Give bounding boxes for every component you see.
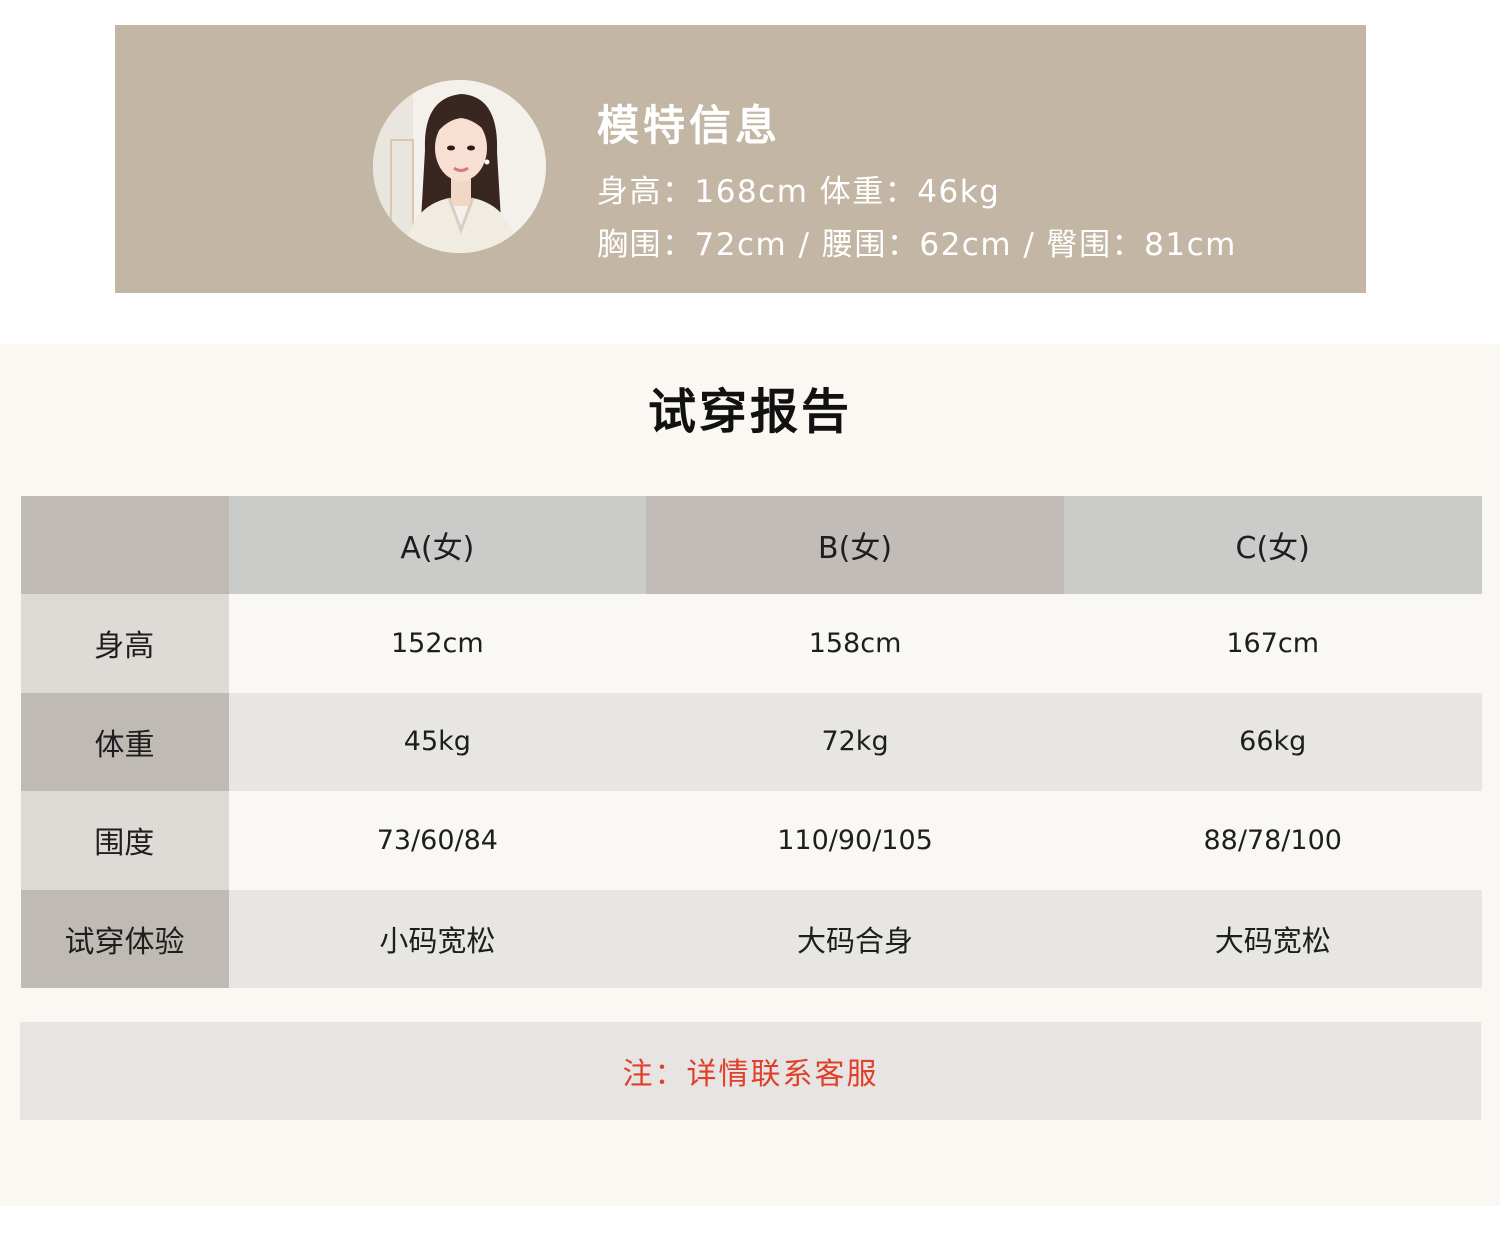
cell-c-height: 167cm (1063, 594, 1482, 693)
cell-b-height: 158cm (645, 594, 1064, 693)
row-label-weight: 体重 (20, 692, 229, 791)
model-info-title: 模特信息 (597, 101, 782, 150)
model-info-banner: 模特信息 身高：168cm 体重：46kg 胸围：72cm / 腰围：62cm … (115, 25, 1366, 293)
model-measurements: 胸围：72cm / 腰围：62cm / 臀围：81cm (597, 227, 1237, 263)
cell-c-fit-experience: 大码宽松 (1063, 889, 1482, 988)
model-height-weight: 身高：168cm 体重：46kg (597, 174, 1001, 210)
column-header-a: A(女) (228, 495, 647, 594)
table-row-height: 身高 152cm 158cm 167cm (20, 594, 1482, 693)
cell-b-weight: 72kg (646, 692, 1064, 791)
row-label-measurements: 围度 (20, 791, 229, 890)
table-corner-cell (20, 495, 229, 594)
cell-c-measurements: 88/78/100 (1063, 791, 1482, 890)
column-header-c: C(女) (1063, 495, 1482, 594)
cell-a-weight: 45kg (228, 692, 647, 791)
contact-service-note: 注：详情联系客服 (622, 1057, 879, 1092)
cell-b-fit-experience: 大码合身 (646, 889, 1064, 988)
cell-a-fit-experience: 小码宽松 (228, 889, 647, 988)
table-header-row: A(女) B(女) C(女) (20, 495, 1482, 594)
table-row-weight: 体重 45kg 72kg 66kg (20, 692, 1482, 791)
try-on-report-section: 试穿报告 A(女) B(女) C(女) 身高 152cm 158cm 167cm… (0, 344, 1500, 1206)
table-row-measurements: 围度 73/60/84 110/90/105 88/78/100 (20, 791, 1482, 890)
model-avatar (373, 80, 546, 253)
report-title: 试穿报告 (647, 384, 852, 440)
fit-report-table: A(女) B(女) C(女) 身高 152cm 158cm 167cm 体重 4… (20, 495, 1482, 989)
cell-b-measurements: 110/90/105 (645, 791, 1064, 890)
cell-a-height: 152cm (228, 594, 647, 693)
table-row-fit-experience: 试穿体验 小码宽松 大码合身 大码宽松 (20, 889, 1482, 988)
row-label-height: 身高 (20, 594, 229, 693)
row-label-fit-experience: 试穿体验 (20, 889, 229, 988)
cell-c-weight: 66kg (1063, 692, 1482, 791)
model-portrait-image (373, 80, 546, 253)
cell-a-measurements: 73/60/84 (228, 791, 647, 890)
column-header-b: B(女) (646, 495, 1064, 594)
note-bar: 注：详情联系客服 (20, 1022, 1481, 1120)
